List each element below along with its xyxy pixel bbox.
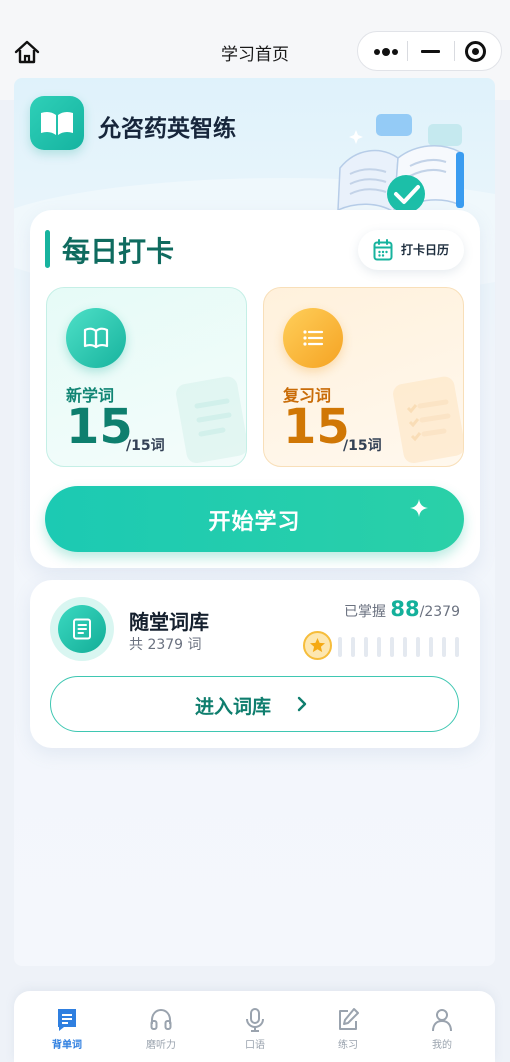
calendar-button-label: 打卡日历	[401, 243, 450, 257]
mastered-progress-text: 已掌握 88/2379	[344, 597, 460, 621]
tab-label: 我的	[432, 1040, 452, 1051]
tab-label: 练习	[338, 1040, 358, 1051]
word-library-card: 随堂词库 共 2379 词 已掌握 88/2379 进入词库	[30, 580, 480, 748]
app-logo	[30, 96, 84, 150]
tab-speaking[interactable]: 口语	[215, 991, 295, 1062]
new-words-count: 15	[66, 399, 133, 455]
review-words-count: 15	[283, 399, 350, 455]
headphones-icon	[150, 1008, 172, 1030]
new-words-badge	[66, 308, 126, 368]
tab-vocabulary[interactable]: 背单词	[27, 991, 107, 1062]
edit-icon	[339, 1008, 359, 1030]
tab-label: 磨听力	[146, 1040, 176, 1051]
list-icon	[303, 330, 324, 346]
start-learning-label: 开始学习	[208, 510, 301, 535]
book-icon	[83, 327, 109, 349]
mastered-prefix: 已掌握	[343, 604, 386, 620]
notebook-icon	[73, 618, 91, 640]
mastered-total: /2379	[419, 604, 460, 620]
chevron-right-icon	[297, 696, 307, 712]
bottom-tab-bar: 背单词 磨听力 口语 练习 我的	[14, 991, 495, 1062]
library-title: 随堂词库	[129, 610, 209, 634]
daily-checkin-title: 每日打卡	[62, 235, 175, 268]
enter-library-button[interactable]: 进入词库	[50, 676, 459, 732]
tab-label: 口语	[245, 1040, 265, 1051]
capsule-divider	[407, 41, 408, 61]
mastered-count: 88	[390, 597, 420, 621]
calendar-icon	[373, 239, 393, 261]
new-words-total: /15词	[126, 438, 165, 454]
microphone-icon	[246, 1008, 264, 1032]
notes-decoration-icon	[176, 376, 246, 464]
app-name: 允咨药英智练	[98, 116, 236, 142]
book-checkmark-illustration	[337, 114, 465, 214]
checkin-calendar-button[interactable]: 打卡日历	[358, 230, 464, 270]
tab-practice[interactable]: 练习	[308, 991, 388, 1062]
capsule-menu	[357, 31, 502, 71]
daily-checkin-card: 每日打卡 打卡日历 新学词 15 /15词 复习词 15 /15词 开始学习	[30, 210, 480, 568]
star-icon	[303, 631, 332, 660]
sparkle-icon	[410, 499, 428, 517]
capsule-divider	[454, 41, 455, 61]
more-dots-icon[interactable]	[374, 44, 398, 58]
target-close-icon[interactable]	[465, 41, 486, 62]
library-word-count: 共 2379 词	[129, 637, 202, 653]
mastery-progress-ticks	[338, 637, 462, 657]
user-icon	[432, 1009, 452, 1032]
enter-library-label: 进入词库	[195, 696, 272, 718]
word-card-icon	[58, 1009, 76, 1031]
open-book-icon	[41, 111, 73, 135]
new-words-stat[interactable]: 新学词 15 /15词	[46, 287, 247, 467]
library-badge	[50, 597, 114, 661]
review-words-stat[interactable]: 复习词 15 /15词	[263, 287, 464, 467]
minimize-icon[interactable]	[421, 50, 440, 53]
title-accent-bar	[45, 230, 50, 268]
tab-label: 背单词	[52, 1040, 82, 1051]
start-learning-button[interactable]: 开始学习	[45, 486, 464, 552]
review-words-badge	[283, 308, 343, 368]
review-words-total: /15词	[343, 438, 382, 454]
tab-profile[interactable]: 我的	[402, 991, 482, 1062]
tab-listening[interactable]: 磨听力	[121, 991, 201, 1062]
checklist-decoration-icon	[393, 376, 463, 464]
